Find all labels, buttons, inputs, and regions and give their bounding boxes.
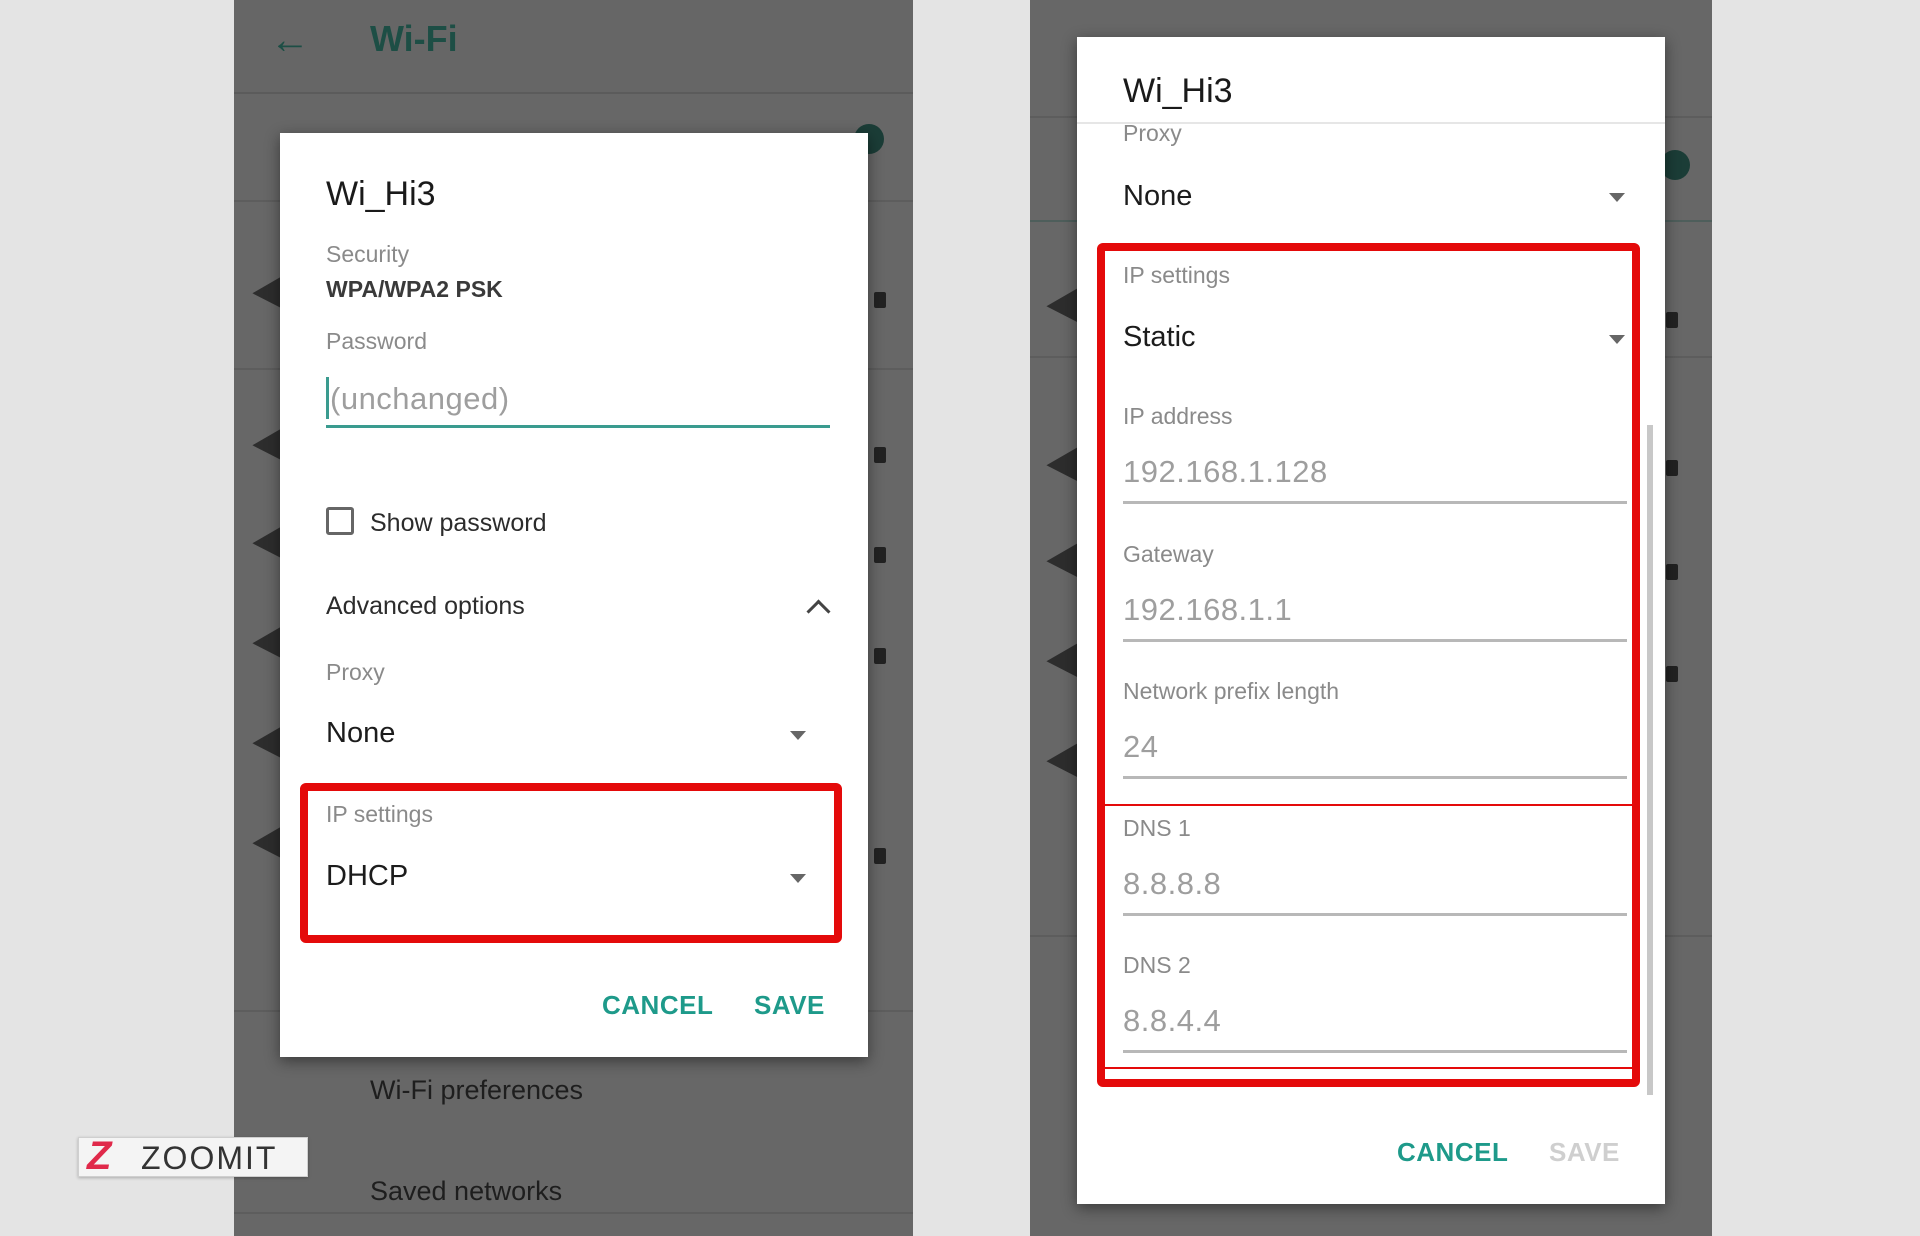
- save-button[interactable]: SAVE: [1549, 1137, 1620, 1168]
- input-underline: [1123, 913, 1627, 916]
- toolbar-title: Wi-Fi: [370, 18, 458, 59]
- lock-icon: [874, 447, 886, 463]
- wifi-network-dialog: Wi_Hi3 Security WPA/WPA2 PSK Password (u…: [280, 133, 868, 1057]
- left-phone-screen: ← Wi-Fi Wi-Fi preferences Saved networks…: [234, 0, 913, 1236]
- zoomit-z-logo-icon: Z: [87, 1134, 112, 1178]
- security-value: WPA/WPA2 PSK: [326, 276, 503, 302]
- chevron-up-icon[interactable]: [806, 599, 831, 624]
- ip-settings-label: IP settings: [1123, 262, 1230, 288]
- cancel-button[interactable]: CANCEL: [1397, 1137, 1508, 1168]
- highlight-divider: [1105, 1067, 1632, 1069]
- dns2-input[interactable]: 8.8.4.4: [1123, 1003, 1221, 1039]
- dns1-input[interactable]: 8.8.8.8: [1123, 866, 1221, 902]
- proxy-label: Proxy: [1123, 120, 1182, 146]
- ip-address-label: IP address: [1123, 403, 1233, 429]
- dropdown-caret-icon[interactable]: [1609, 335, 1625, 344]
- right-phone-screen: Wi_Hi3 Proxy None IP settings Static IP …: [1030, 0, 1712, 1236]
- password-label: Password: [326, 328, 427, 354]
- ip-address-input[interactable]: 192.168.1.128: [1123, 454, 1328, 490]
- password-input[interactable]: (unchanged): [330, 381, 510, 417]
- security-label: Security: [326, 241, 410, 267]
- highlight-divider: [1105, 804, 1632, 806]
- dns2-label: DNS 2: [1123, 952, 1191, 978]
- wifi-preferences-item[interactable]: Wi-Fi preferences: [370, 1075, 583, 1106]
- input-underline: [1123, 639, 1627, 642]
- lock-icon: [1666, 460, 1678, 476]
- dropdown-caret-icon[interactable]: [1609, 193, 1625, 202]
- zoomit-watermark: Z ZOOMIT: [78, 1134, 308, 1178]
- arrow-left-icon[interactable]: ←: [270, 18, 310, 63]
- lock-icon: [1666, 666, 1678, 682]
- lock-icon: [1666, 312, 1678, 328]
- network-prefix-length-label: Network prefix length: [1123, 678, 1340, 704]
- show-password-checkbox[interactable]: [326, 507, 354, 535]
- scrollbar[interactable]: [1647, 425, 1653, 1095]
- proxy-select[interactable]: None: [1123, 180, 1192, 213]
- dialog-title: Wi_Hi3: [326, 175, 436, 213]
- gateway-label: Gateway: [1123, 541, 1214, 567]
- gateway-input[interactable]: 192.168.1.1: [1123, 592, 1292, 628]
- ip-settings-label: IP settings: [326, 801, 433, 827]
- advanced-options-label[interactable]: Advanced options: [326, 592, 525, 621]
- toolbar: ← Wi-Fi: [234, 0, 913, 94]
- text-cursor: [326, 377, 329, 419]
- dns1-label: DNS 1: [1123, 815, 1191, 841]
- dropdown-caret-icon[interactable]: [790, 731, 806, 740]
- proxy-label: Proxy: [326, 659, 385, 685]
- lock-icon: [874, 648, 886, 664]
- save-button[interactable]: SAVE: [754, 990, 825, 1021]
- dialog-title: Wi_Hi3: [1123, 72, 1233, 110]
- password-input-underline: [326, 425, 830, 428]
- lock-icon: [1666, 564, 1678, 580]
- lock-icon: [874, 848, 886, 864]
- wifi-network-dialog-static: Wi_Hi3 Proxy None IP settings Static IP …: [1077, 37, 1665, 1204]
- input-underline: [1123, 1050, 1627, 1053]
- ip-settings-select[interactable]: DHCP: [326, 860, 408, 893]
- lock-icon: [874, 547, 886, 563]
- lock-icon: [874, 292, 886, 308]
- proxy-select[interactable]: None: [326, 717, 395, 750]
- watermark-text: ZOOMIT: [141, 1140, 278, 1176]
- cancel-button[interactable]: CANCEL: [602, 990, 713, 1021]
- input-underline: [1123, 776, 1627, 779]
- network-prefix-length-input[interactable]: 24: [1123, 729, 1158, 765]
- divider: [234, 1212, 913, 1214]
- input-underline: [1123, 501, 1627, 504]
- ip-settings-select[interactable]: Static: [1123, 321, 1196, 354]
- dropdown-caret-icon[interactable]: [790, 874, 806, 883]
- saved-networks-item[interactable]: Saved networks: [370, 1176, 562, 1207]
- show-password-label[interactable]: Show password: [370, 509, 546, 538]
